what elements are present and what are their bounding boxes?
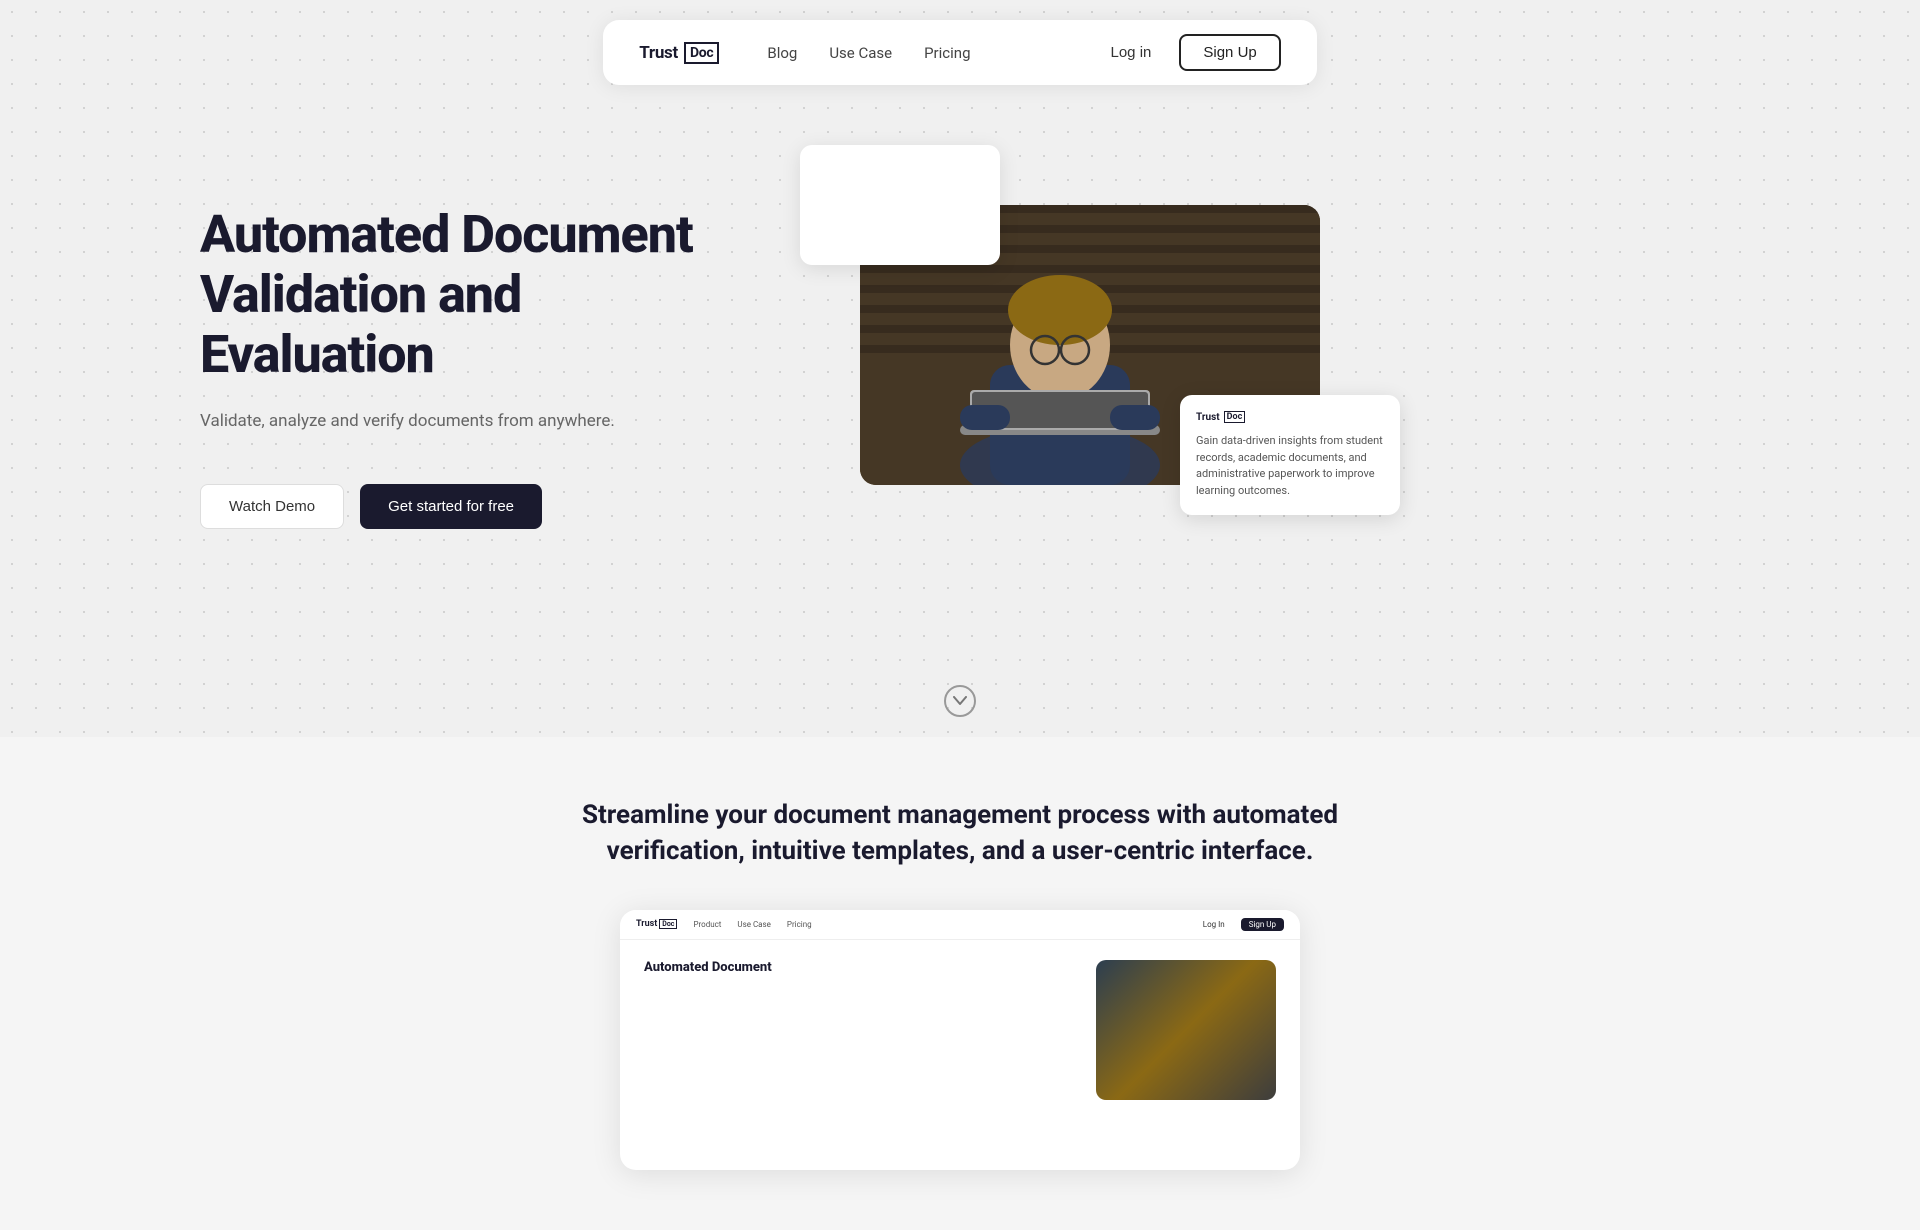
preview-hero: Automated Document: [620, 940, 1300, 1120]
preview-navbar: Trust Doc Product Use Case Pricing Log I…: [620, 910, 1300, 940]
get-started-button[interactable]: Get started for free: [360, 484, 542, 529]
nav-actions: Log in Sign Up: [1099, 34, 1281, 71]
logo-text: Trust: [639, 43, 678, 63]
hero-right: Trust Doc Gain data-driven insights from…: [780, 145, 1720, 625]
floating-card-top: [800, 145, 1000, 265]
preview-hero-left: Automated Document: [644, 960, 1076, 1100]
card-logo-box-mini: Doc: [1224, 411, 1246, 423]
nav-link-blog[interactable]: Blog: [767, 44, 797, 62]
watch-demo-button[interactable]: Watch Demo: [200, 484, 344, 529]
hero-buttons: Watch Demo Get started for free: [200, 484, 700, 529]
hero-title: Automated Document Validation and Evalua…: [200, 205, 700, 384]
scroll-chevron-button[interactable]: [944, 685, 976, 717]
card-logo-text: Trust: [1196, 412, 1220, 423]
navbar: Trust Doc Blog Use Case Pricing Log in S…: [603, 20, 1317, 85]
nav-link-usecase[interactable]: Use Case: [829, 44, 892, 62]
preview-logo-text: Trust: [636, 919, 657, 929]
preview-hero-image: [1096, 960, 1276, 1100]
navbar-wrapper: Trust Doc Blog Use Case Pricing Log in S…: [0, 0, 1920, 85]
logo-box: Doc: [684, 42, 719, 64]
section2-preview-window: Trust Doc Product Use Case Pricing Log I…: [620, 910, 1300, 1170]
preview-nav-pricing: Pricing: [787, 920, 812, 929]
preview-signup: Sign Up: [1241, 918, 1284, 931]
floating-card-bottom: Trust Doc Gain data-driven insights from…: [1180, 395, 1400, 515]
preview-login: Log In: [1203, 920, 1225, 929]
preview-hero-title: Automated Document: [644, 960, 1076, 976]
card-logo-mini: Trust Doc: [1196, 411, 1384, 423]
chevron-down-icon: [953, 696, 967, 706]
hero-subtitle: Validate, analyze and verify documents f…: [200, 408, 700, 435]
nav-links: Blog Use Case Pricing: [767, 44, 970, 62]
section2: Streamline your document management proc…: [0, 737, 1920, 1230]
card-description: Gain data-driven insights from student r…: [1196, 433, 1384, 499]
preview-nav-product: Product: [693, 920, 721, 929]
hero-title-line1: Automated Document: [200, 204, 693, 265]
section2-title: Streamline your document management proc…: [560, 797, 1360, 870]
hero-title-line2: Validation and Evaluation: [200, 264, 521, 385]
nav-link-pricing[interactable]: Pricing: [924, 44, 970, 62]
login-button[interactable]: Log in: [1099, 36, 1164, 69]
hero-section: Automated Document Validation and Evalua…: [0, 85, 1920, 665]
logo[interactable]: Trust Doc: [639, 42, 719, 64]
preview-logo-box: Doc: [659, 919, 677, 929]
signup-button[interactable]: Sign Up: [1179, 34, 1280, 71]
hero-left: Automated Document Validation and Evalua…: [200, 145, 700, 529]
preview-logo: Trust Doc: [636, 919, 677, 929]
preview-nav-usecase: Use Case: [737, 920, 770, 929]
scroll-indicator: [0, 665, 1920, 737]
